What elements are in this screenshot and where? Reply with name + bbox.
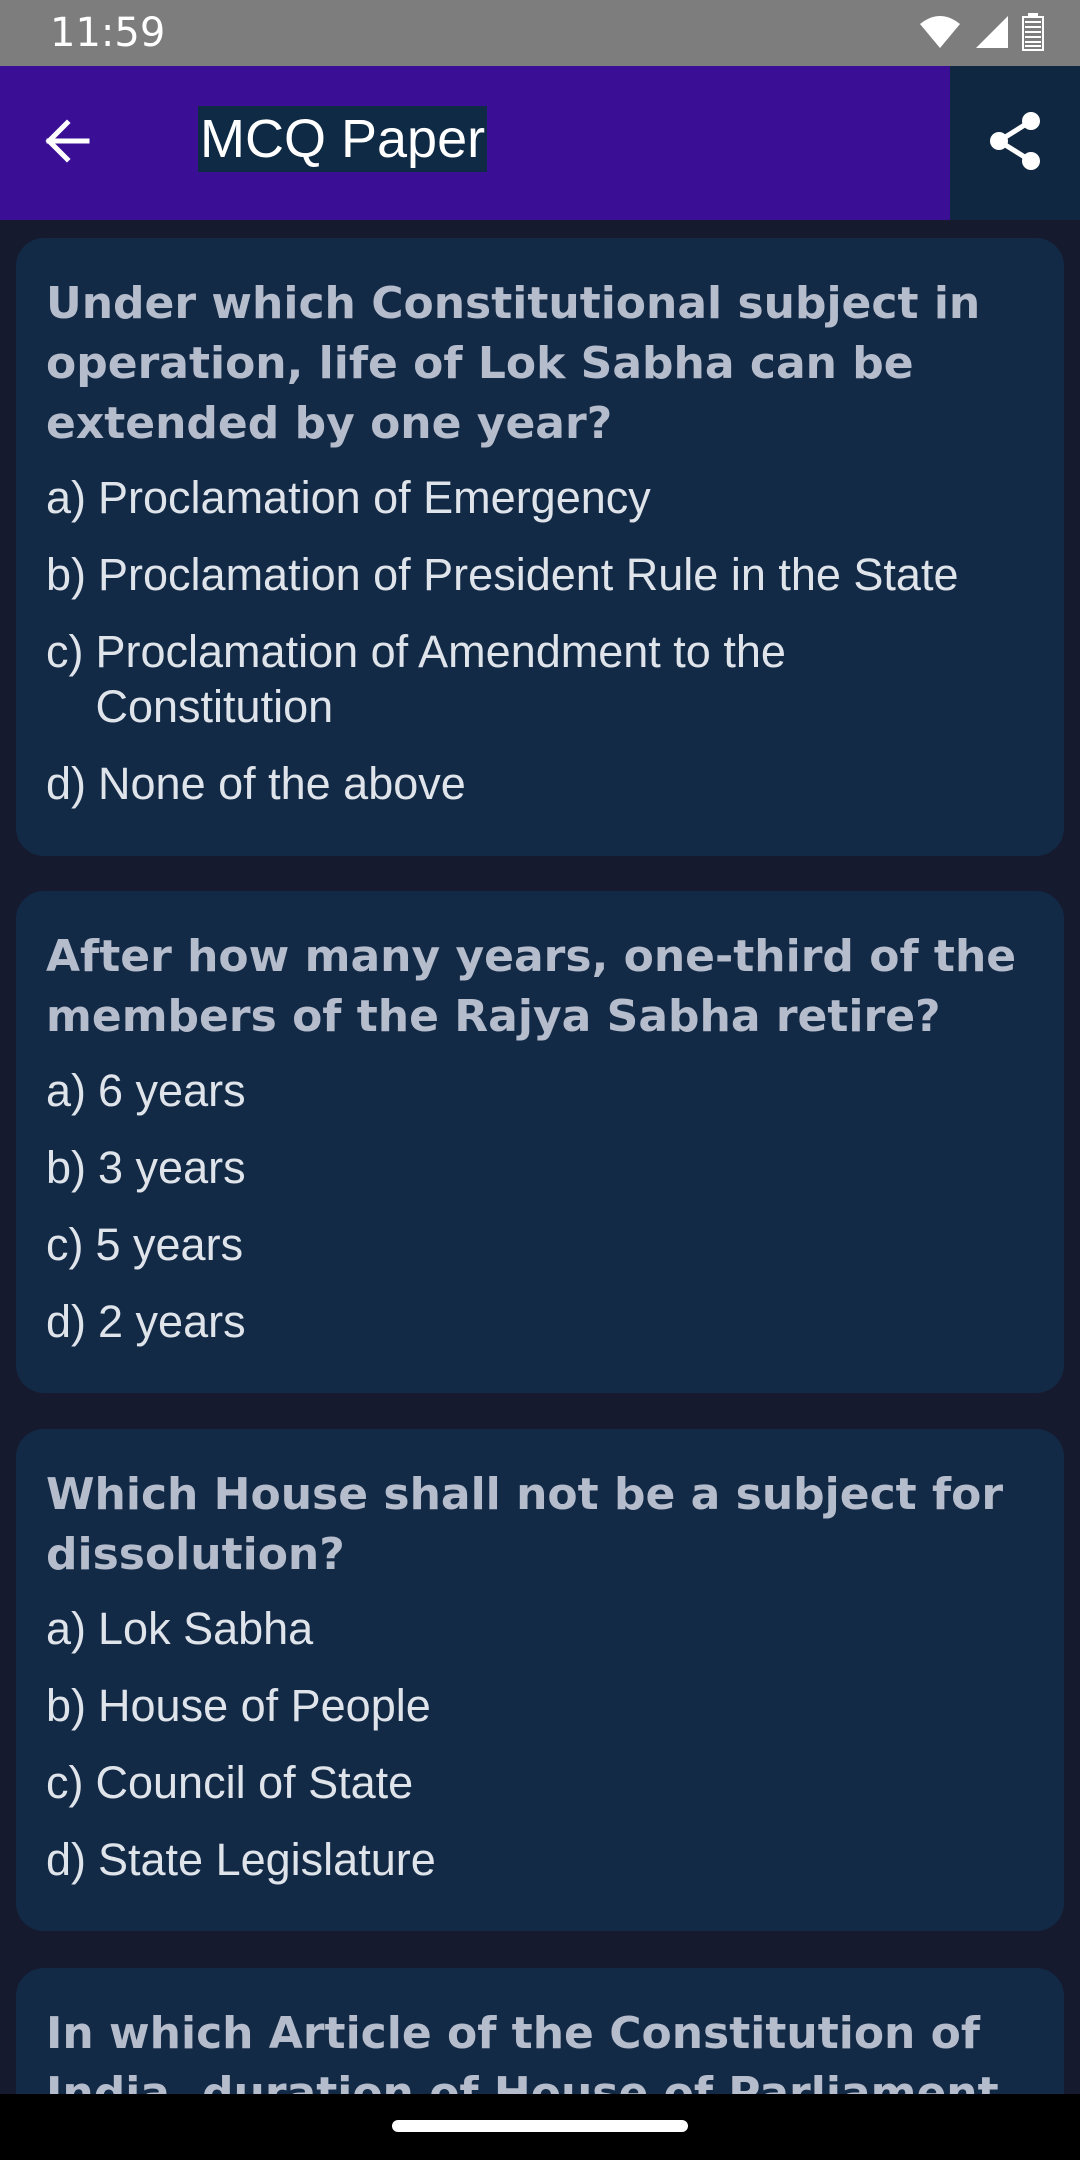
option-letter: b) (46, 549, 87, 600)
option-text: Proclamation of Amendment to the Constit… (95, 626, 786, 732)
question-list[interactable]: Under which Constitutional subject in op… (0, 220, 1080, 2094)
option-b[interactable]: b) Proclamation of President Rule in the… (46, 547, 1034, 602)
question-text: After how many years, one-third of the m… (46, 931, 1017, 1042)
option-letter: c) (46, 1219, 84, 1270)
question-text: Under which Constitutional subject in op… (46, 278, 981, 449)
option-letter: a) (46, 472, 87, 523)
back-button[interactable] (34, 110, 100, 176)
option-letter: c) (46, 1757, 84, 1808)
app-bar: MCQ Paper (0, 66, 1080, 220)
option-d[interactable]: d) State Legislature (46, 1832, 1034, 1887)
status-bar: 11:59 (0, 0, 1080, 66)
option-letter: a) (46, 1065, 87, 1116)
option-letter: d) (46, 1834, 87, 1885)
option-text: 6 years (98, 1065, 246, 1116)
option-letter: d) (46, 1296, 87, 1347)
question-text: Which House shall not be a subject for d… (46, 1469, 1004, 1580)
share-button[interactable] (980, 108, 1050, 178)
battery-icon (1022, 12, 1044, 56)
question-card: In which Article of the Constitution of … (16, 1968, 1064, 2094)
question-card: Under which Constitutional subject in op… (16, 238, 1064, 856)
option-a[interactable]: a) Proclamation of Emergency (46, 470, 1034, 525)
home-indicator[interactable] (392, 2120, 688, 2132)
share-icon (987, 111, 1043, 176)
option-b[interactable]: b) 3 years (46, 1140, 1034, 1195)
status-time: 11:59 (50, 10, 166, 56)
option-text: None of the above (98, 758, 466, 809)
navigation-bar (0, 2094, 1080, 2160)
option-text: Lok Sabha (98, 1603, 314, 1654)
option-text: 3 years (98, 1142, 246, 1193)
option-letter: b) (46, 1680, 87, 1731)
option-d[interactable]: d) None of the above (46, 756, 1034, 811)
option-text: Proclamation of President Rule in the St… (98, 549, 959, 600)
option-text: House of People (98, 1680, 431, 1731)
wifi-icon (918, 14, 962, 55)
option-text: Proclamation of Emergency (98, 472, 651, 523)
option-d[interactable]: d) 2 years (46, 1294, 1034, 1349)
option-letter: c) (46, 626, 84, 677)
option-text: 5 years (95, 1219, 244, 1270)
option-b[interactable]: b) House of People (46, 1678, 1034, 1733)
option-text: State Legislature (98, 1834, 436, 1885)
question-card: Which House shall not be a subject for d… (16, 1429, 1064, 1931)
option-a[interactable]: a) 6 years (46, 1063, 1034, 1118)
option-c[interactable]: c) 5 years (46, 1217, 1034, 1272)
screen: 11:59 MCQ Paper Under which Constitution… (0, 0, 1080, 2160)
question-card: After how many years, one-third of the m… (16, 891, 1064, 1393)
arrow-back-icon (41, 115, 93, 172)
option-letter: d) (46, 758, 87, 809)
option-c[interactable]: c) Proclamation of Amendment to the Cons… (46, 624, 1034, 734)
option-a[interactable]: a) Lok Sabha (46, 1601, 1034, 1656)
signal-icon (974, 14, 1010, 55)
status-icons (918, 12, 1044, 56)
option-c[interactable]: c) Council of State (46, 1755, 1034, 1810)
option-text: 2 years (98, 1296, 246, 1347)
question-text: In which Article of the Constitution of … (46, 2008, 999, 2094)
option-letter: b) (46, 1142, 87, 1193)
option-text: Council of State (95, 1757, 414, 1808)
option-letter: a) (46, 1603, 87, 1654)
page-title: MCQ Paper (198, 106, 488, 172)
